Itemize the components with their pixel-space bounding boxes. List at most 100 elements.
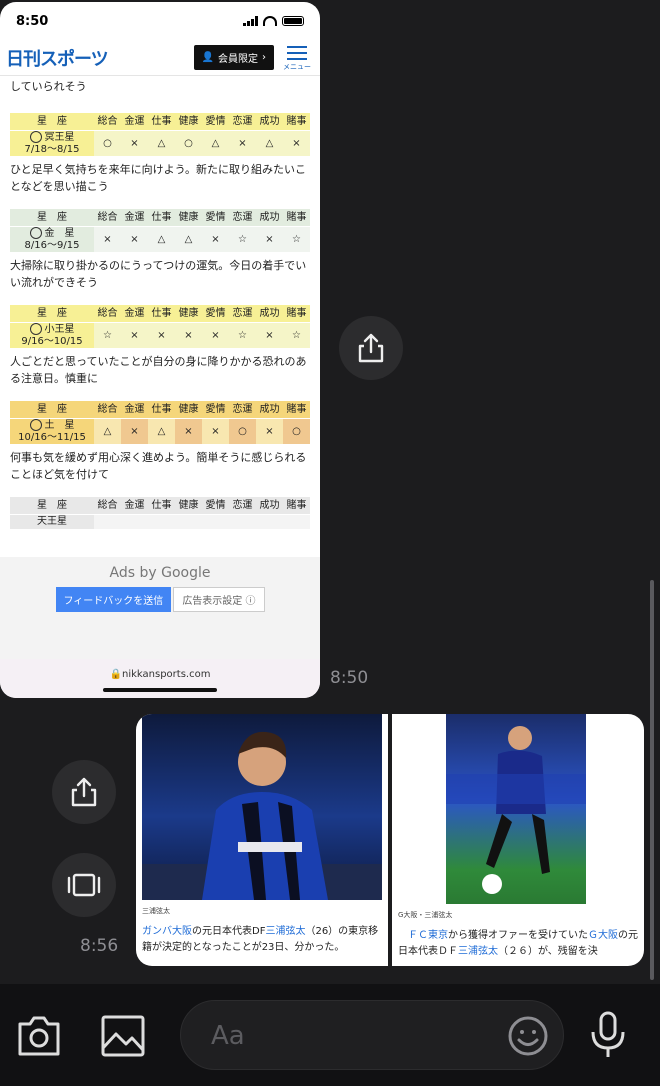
sign-text: 何事も気を緩めず用心深く進めよう。簡単そうに感じられることほど気を付けて — [10, 451, 307, 481]
header-col: 仕事 — [148, 401, 175, 419]
header-col: 賭事 — [283, 305, 310, 323]
rating-cell: ○ — [283, 418, 310, 445]
player-photo-1 — [142, 714, 382, 900]
sign-text: 大掃除に取り掛かるのにうってつけの運気。今日の着手でいい流れができそう — [10, 259, 307, 289]
link-miura-genta[interactable]: 三浦弦太 — [265, 926, 305, 937]
news-item-2[interactable]: G大阪・三浦弦太 ＦＣ東京から獲得オファーを受けていたＧ大阪の元日本代表ＤＦ三浦… — [388, 714, 644, 966]
screenshot-message-2[interactable]: 三浦弦太 ガンバ大阪の元日本代表DF三浦弦太（26）の東京移籍が決定的となったこ… — [136, 714, 644, 966]
header-col: 賭事 — [283, 113, 310, 131]
header-col: 健康 — [175, 401, 202, 419]
header-col: 愛情 — [202, 305, 229, 323]
header-sign: 星 座 — [10, 113, 94, 131]
ad-settings-button[interactable]: 広告表示設定 ⓘ — [173, 587, 265, 612]
header-col: 総合 — [94, 209, 121, 227]
lock-icon: 🔒 — [109, 669, 122, 680]
message-input[interactable]: Aa — [180, 1000, 564, 1070]
sign-dates: 7/18〜8/15 — [24, 144, 80, 155]
hamburger-icon — [287, 45, 307, 48]
news-text-1: ガンバ大阪の元日本代表DF三浦弦太（26）の東京移籍が決定的となったことが23日… — [142, 926, 379, 953]
horoscope-table-2: 星 座 総合 金運 仕事 健康 愛情 恋運 成功 賭事 小王星 9/16〜10/1… — [10, 305, 310, 349]
sign-cell: 冥王星 7/18〜8/15 — [10, 130, 94, 157]
header-col: 成功 — [256, 305, 283, 323]
message-timestamp-2: 8:56 — [80, 936, 119, 956]
rating-cell: × — [283, 130, 310, 157]
ads-by-google: Ads by Google — [109, 565, 211, 581]
rating-cell: △ — [256, 130, 283, 157]
rating-cell: ☆ — [94, 322, 121, 349]
header-col: 健康 — [175, 113, 202, 131]
soccer-player-image — [142, 731, 382, 900]
horoscope-table-1: 星 座 総合 金運 仕事 健康 愛情 恋運 成功 賭事 金 星 8/16〜9/15… — [10, 209, 310, 253]
header-col: 仕事 — [148, 305, 175, 323]
sign-dates: 8/16〜9/15 — [24, 240, 80, 251]
emoji-icon[interactable] — [507, 1015, 549, 1057]
rating-cell: ☆ — [229, 322, 256, 349]
rating-cell: ○ — [94, 130, 121, 157]
home-indicator — [103, 688, 217, 692]
url-text: nikkansports.com — [122, 669, 211, 680]
image-icon[interactable] — [100, 1014, 146, 1058]
ad-feedback-button[interactable]: フィードバックを送信 — [55, 587, 172, 612]
photo-caption-2: G大阪・三浦弦太 — [398, 911, 453, 919]
saturn-symbol-icon — [29, 419, 42, 431]
news-text-2: ＦＣ東京から獲得オファーを受けていたＧ大阪の元日本代表ＤＦ三浦弦太（２６）が、残… — [398, 930, 638, 957]
menu-button[interactable]: メニュー — [280, 44, 314, 72]
link-fc-tokyo[interactable]: ＦＣ東京 — [408, 930, 448, 941]
paragraph-top: していられそう — [10, 80, 87, 93]
rating-cell: △ — [148, 130, 175, 157]
rating-cell: △ — [175, 226, 202, 253]
camera-icon[interactable] — [16, 1014, 62, 1058]
horoscope-table-4: 星 座 総合 金運 仕事 健康 愛情 恋運 成功 賭事 天王星 — [10, 497, 310, 530]
header-col: 金運 — [121, 305, 148, 323]
rating-cell: × — [202, 418, 229, 445]
rating-cell: × — [121, 418, 148, 445]
header-col: 成功 — [256, 113, 283, 131]
header-col: 成功 — [256, 401, 283, 419]
rating-cell: × — [175, 322, 202, 349]
status-time: 8:50 — [16, 13, 49, 29]
rating-cell: × — [94, 226, 121, 253]
message-timestamp-1: 8:50 — [330, 668, 369, 688]
rating-cell: × — [229, 130, 256, 157]
share-button-2[interactable] — [52, 760, 116, 824]
wifi-icon — [263, 16, 277, 26]
small-king-symbol-icon — [29, 323, 42, 335]
link-gamba-osaka[interactable]: ガンバ大阪 — [142, 926, 192, 937]
scrollbar[interactable] — [650, 580, 654, 980]
sign-name: 天王星 — [37, 516, 67, 527]
rating-cell: ☆ — [229, 226, 256, 253]
news-item-1[interactable]: 三浦弦太 ガンバ大阪の元日本代表DF三浦弦太（26）の東京移籍が決定的となったこ… — [136, 714, 388, 966]
screenshot-message-1[interactable]: 8:50 日刊スポーツ 👤 会員限定 › メニュー していられそう 星 座 総合… — [0, 2, 320, 698]
site-header: 日刊スポーツ 👤 会員限定 › メニュー — [0, 40, 320, 76]
rating-cell: × — [202, 322, 229, 349]
header-col: 恋運 — [229, 209, 256, 227]
header-col: 愛情 — [202, 113, 229, 131]
rating-cell: × — [256, 418, 283, 445]
header-col: 総合 — [94, 401, 121, 419]
menu-label: メニュー — [283, 62, 311, 71]
header-col: 金運 — [121, 497, 148, 515]
member-only-button[interactable]: 👤 会員限定 › — [193, 45, 274, 70]
horoscope-table-0: 星 座 総合 金運 仕事 健康 愛情 恋運 成功 賭事 冥王星 7/18〜8/15… — [10, 113, 310, 157]
sign-text: 人ごとだと思っていたことが自分の身に降りかかる恐れのある注意日。慎重に — [10, 355, 307, 385]
header-col: 総合 — [94, 113, 121, 131]
gallery-view-button[interactable] — [52, 853, 116, 917]
sign-cell: 小王星 9/16〜10/15 — [10, 322, 94, 349]
header-col: 金運 — [121, 209, 148, 227]
share-icon — [71, 777, 97, 807]
browser-url-bar[interactable]: 🔒nikkansports.com — [0, 659, 320, 698]
site-logo[interactable]: 日刊スポーツ — [6, 45, 194, 71]
header-col: 仕事 — [148, 209, 175, 227]
link-miura-genta[interactable]: 三浦弦太 — [458, 946, 498, 957]
header-col: 総合 — [94, 305, 121, 323]
rating-cell: × — [121, 130, 148, 157]
header-col: 恋運 — [229, 305, 256, 323]
share-button-1[interactable] — [339, 316, 403, 380]
sign-name: 小王星 — [44, 324, 75, 335]
rating-cell: × — [148, 322, 175, 349]
header-col: 愛情 — [202, 401, 229, 419]
horoscope-content: していられそう 星 座 総合 金運 仕事 健康 愛情 恋運 成功 賭事 冥王星 7… — [0, 78, 320, 530]
gallery-view-icon — [67, 873, 101, 897]
link-g-osaka[interactable]: Ｇ大阪 — [588, 930, 618, 941]
microphone-icon[interactable] — [588, 1010, 628, 1060]
